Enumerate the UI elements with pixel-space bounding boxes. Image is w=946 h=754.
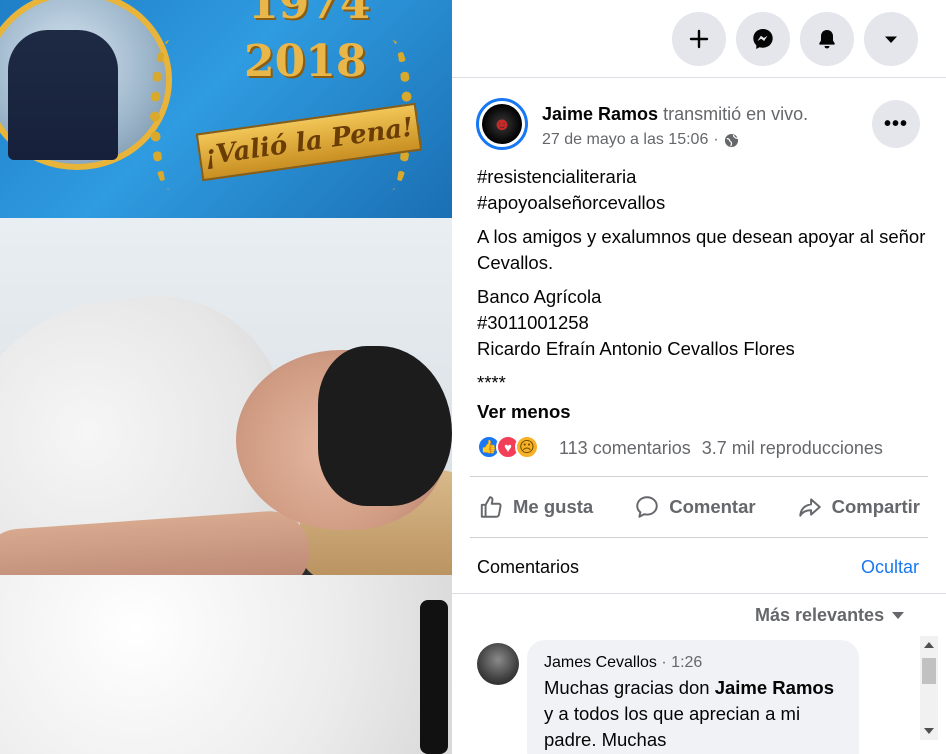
post-body: #resistencialiteraria #apoyoalseñorceval…	[477, 164, 927, 404]
sort-label: Más relevantes	[755, 605, 885, 625]
caret-down-icon	[885, 36, 897, 43]
scroll-down-arrow[interactable]	[924, 728, 934, 734]
mention-link[interactable]: Jaime Ramos	[715, 677, 834, 698]
plus-icon	[689, 29, 709, 49]
post-stars: ****	[477, 372, 506, 393]
scroll-up-arrow[interactable]	[924, 642, 934, 648]
share-label: Compartir	[831, 496, 920, 517]
comment-text-end: y a todos los que aprecian a mi padre. M…	[544, 703, 801, 750]
banner-year-bottom: 2018	[244, 36, 367, 87]
comment-button[interactable]: Comentar	[634, 494, 756, 520]
comment-time[interactable]: 1:26	[671, 654, 702, 671]
comments-count[interactable]: 113 comentarios	[559, 438, 691, 458]
comment-icon	[636, 496, 658, 518]
post-actions: Me gusta Comentar Compartir	[470, 476, 928, 538]
caret-down-icon	[892, 612, 905, 619]
messenger-icon	[753, 29, 773, 49]
notifications-button[interactable]	[800, 12, 854, 66]
comment-text-start: Muchas gracias don	[544, 677, 715, 698]
live-video[interactable]: 1974 2018 ¡Valió la Pena!	[0, 0, 452, 754]
share-icon	[798, 498, 821, 517]
post-options-button[interactable]: •••	[872, 100, 920, 148]
author-avatar[interactable]: ☻	[476, 98, 528, 150]
post-action-text: transmitió en vivo.	[663, 104, 809, 124]
post-author-line: Jaime Ramos transmitió en vivo.	[542, 104, 808, 125]
views-count: 3.7 mil reproducciones	[701, 438, 883, 458]
share-button[interactable]: Compartir	[797, 494, 920, 520]
post-panel: ☻ Jaime Ramos transmitió en vivo. 27 de …	[452, 0, 946, 754]
thumbs-up-icon	[480, 496, 502, 518]
comment-sort-dropdown[interactable]: Más relevantes	[755, 605, 905, 626]
commenter-avatar[interactable]	[477, 643, 519, 685]
like-button[interactable]: Me gusta	[478, 494, 593, 520]
comments-header: Comentarios Ocultar	[452, 540, 946, 594]
scrollbar[interactable]	[920, 636, 938, 740]
bank-name: Banco Agrícola	[477, 286, 602, 307]
theater-masks-icon: ☻	[482, 104, 522, 144]
laurel-left	[150, 40, 190, 190]
messenger-button[interactable]	[736, 12, 790, 66]
comments-title: Comentarios	[477, 557, 580, 577]
account-holder: Ricardo Efraín Antonio Cevallos Flores	[477, 338, 795, 359]
see-less-link[interactable]: Ver menos	[477, 401, 571, 423]
hashtag-link[interactable]: #resistencialiteraria	[477, 164, 927, 190]
separator-dot: ·	[661, 654, 667, 671]
comment-text: Muchas gracias don Jaime Ramos y a todos…	[544, 675, 842, 753]
create-button[interactable]	[672, 12, 726, 66]
hide-comments-link[interactable]: Ocultar	[861, 557, 919, 578]
comment-header: James Cevallos · 1:26	[544, 654, 842, 672]
post-timestamp[interactable]: 27 de mayo a las 15:06	[542, 131, 708, 149]
separator-dot: ·	[713, 131, 719, 148]
hashtag-link[interactable]: #apoyoalseñorcevallos	[477, 190, 927, 216]
account-number: #3011001258	[477, 312, 589, 333]
account-menu-button[interactable]	[864, 12, 918, 66]
like-label: Me gusta	[513, 496, 594, 517]
cable	[420, 600, 448, 754]
scrollbar-thumb[interactable]	[922, 658, 936, 684]
post-paragraph: A los amigos y exalumnos que desean apoy…	[477, 226, 926, 273]
author-name[interactable]: Jaime Ramos	[542, 104, 658, 124]
reaction-icons[interactable]: 👍 ♥ ☹	[477, 435, 539, 459]
comment-label: Comentar	[669, 496, 756, 517]
post-stats: 113 comentarios 3.7 mil reproducciones	[559, 438, 883, 459]
bell-icon	[819, 30, 835, 49]
top-bar	[452, 0, 946, 78]
post-timestamp-line: 27 de mayo a las 15:06 ·	[542, 131, 739, 149]
commenter-name[interactable]: James Cevallos	[544, 654, 657, 671]
globe-icon	[724, 133, 739, 147]
sad-reaction-icon: ☹	[515, 435, 539, 459]
comment-bubble: James Cevallos · 1:26 Muchas gracias don…	[527, 640, 859, 754]
banner-portrait-suit	[8, 30, 118, 160]
bed-sheet	[0, 575, 452, 754]
banner-year-top: 1974	[248, 0, 371, 29]
background-banner: 1974 2018 ¡Valió la Pena!	[0, 0, 452, 218]
